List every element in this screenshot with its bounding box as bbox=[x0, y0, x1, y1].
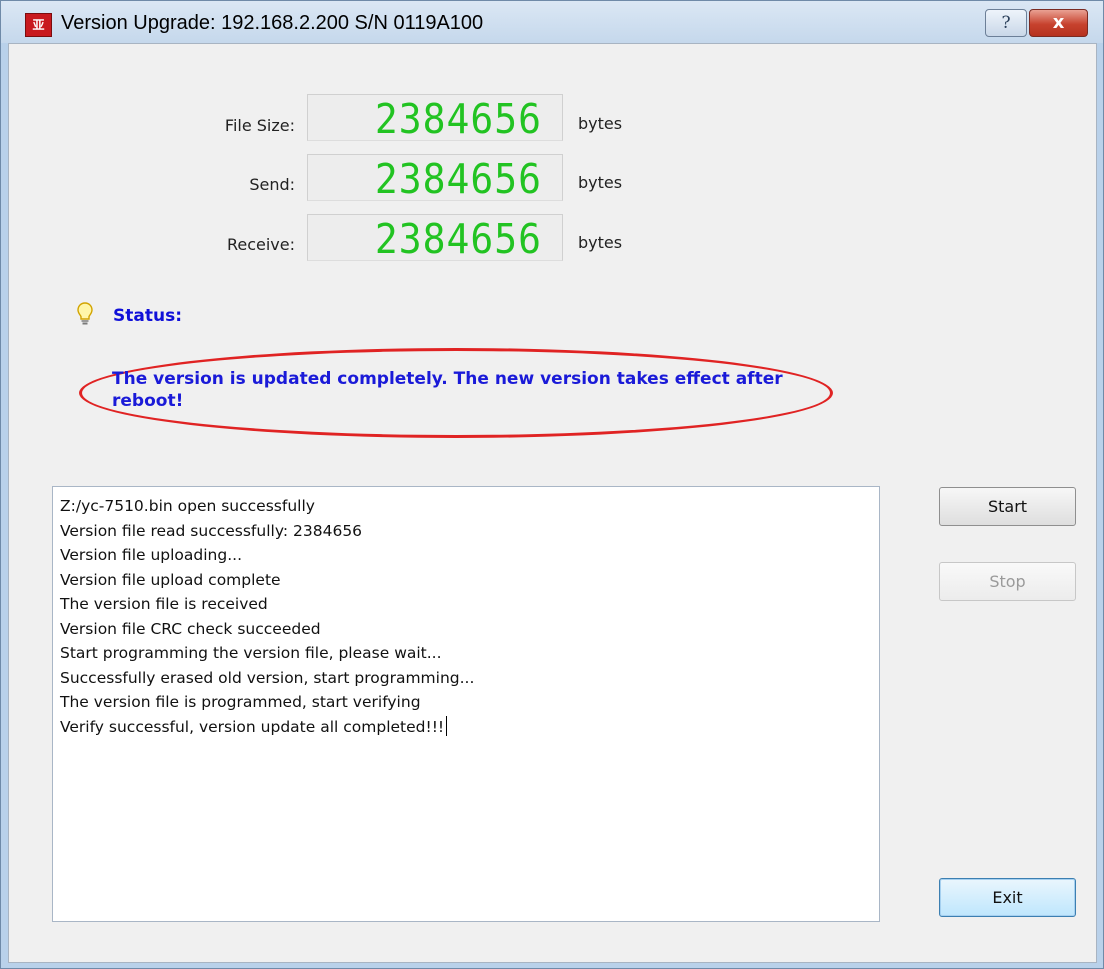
title-bar[interactable]: 亚 Version Upgrade: 192.168.2.200 S/N 011… bbox=[1, 1, 1103, 43]
help-button[interactable]: ? bbox=[985, 9, 1027, 37]
file-size-label: File Size: bbox=[224, 116, 295, 135]
receive-unit: bytes bbox=[578, 233, 623, 252]
log-line-last: Verify successful, version update all co… bbox=[60, 715, 872, 740]
log-line: Version file upload complete bbox=[60, 570, 281, 589]
receive-value: 2384656 bbox=[374, 215, 542, 263]
status-message: The version is updated completely. The n… bbox=[112, 369, 783, 411]
log-line: Start programming the version file, plea… bbox=[60, 644, 442, 662]
log-line: Z:/yc-7510.bin open successfully bbox=[60, 497, 315, 515]
log-line: Successfully erased old version, start p… bbox=[60, 668, 475, 687]
window-title: Version Upgrade: 192.168.2.200 S/N 0119A… bbox=[61, 12, 484, 34]
text-caret bbox=[446, 715, 448, 736]
exit-button[interactable]: Exit bbox=[939, 878, 1076, 917]
log-line: Version file uploading... bbox=[60, 546, 242, 564]
log-line: Version file CRC check succeeded bbox=[60, 619, 321, 638]
log-line-last-text: Verify successful, version update all co… bbox=[60, 717, 445, 736]
file-size-value: 2384656 bbox=[374, 95, 542, 143]
stop-button[interactable]: Stop bbox=[939, 562, 1076, 601]
file-size-unit: bytes bbox=[578, 114, 623, 133]
log-output[interactable]: Z:/yc-7510.bin open successfully Version… bbox=[52, 486, 880, 922]
log-line: The version file is programmed, start ve… bbox=[60, 693, 421, 711]
status-label: Status: bbox=[113, 306, 182, 326]
receive-label: Receive: bbox=[226, 235, 295, 254]
send-value: 2384656 bbox=[374, 155, 542, 203]
receive-display: 2384656 bbox=[307, 214, 563, 263]
start-button[interactable]: Start bbox=[939, 487, 1076, 526]
send-unit: bytes bbox=[578, 173, 623, 192]
send-display: 2384656 bbox=[307, 154, 563, 203]
upgrade-window: 亚 Version Upgrade: 192.168.2.200 S/N 011… bbox=[0, 0, 1104, 969]
file-size-display: 2384656 bbox=[307, 94, 563, 143]
close-button[interactable]: x bbox=[1029, 9, 1088, 37]
lightbulb-icon bbox=[77, 302, 93, 325]
log-line: The version file is received bbox=[60, 595, 268, 613]
send-label: Send: bbox=[249, 175, 295, 194]
dialog-body: File Size: 2384656 bytes Send: 2384656 b… bbox=[8, 43, 1097, 963]
log-line: Version file read successfully: 2384656 bbox=[60, 521, 363, 540]
app-logo-icon: 亚 bbox=[25, 13, 52, 37]
